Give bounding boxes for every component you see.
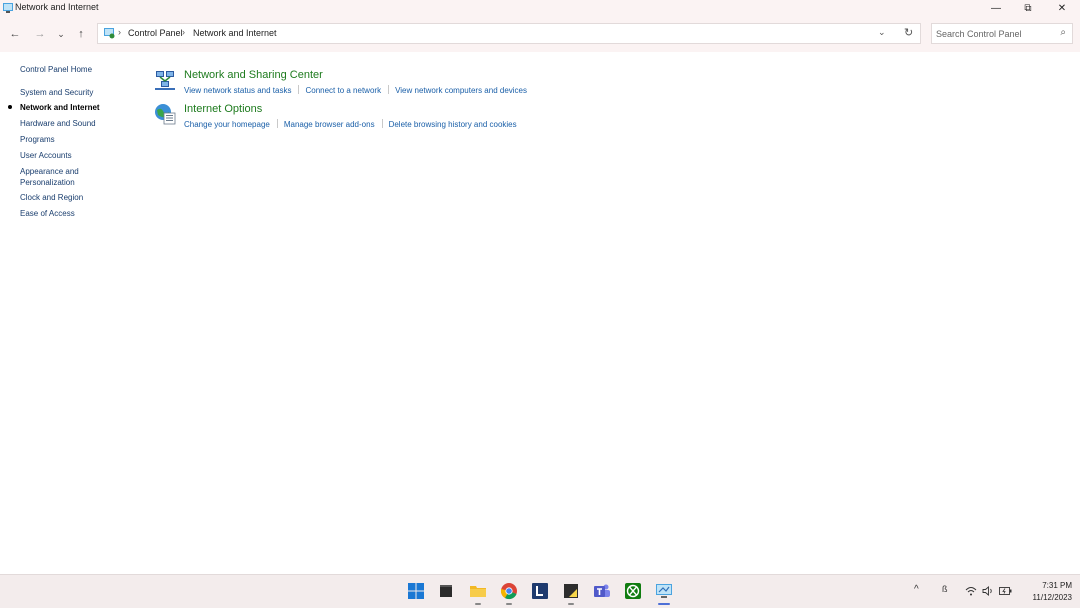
sidebar-item-ease-of-access[interactable]: Ease of Access <box>20 208 75 219</box>
sidebar-item-hardware-and-sound[interactable]: Hardware and Sound <box>20 118 96 129</box>
chrome-icon[interactable] <box>500 582 518 600</box>
manage-addons-link[interactable]: Manage browser add-ons <box>284 120 375 129</box>
view-network-status-link[interactable]: View network status and tasks <box>184 86 291 95</box>
network-sharing-icon[interactable] <box>154 69 176 91</box>
sidebar-item-clock-and-region[interactable]: Clock and Region <box>20 192 83 203</box>
sidebar-item-appearance[interactable]: Appearance and <box>20 166 79 177</box>
window-title: Network and Internet <box>15 2 99 12</box>
delete-history-link[interactable]: Delete browsing history and cookies <box>389 120 517 129</box>
navigation-bar: ← → ⌄ ↑ › Control Panel › Network and In… <box>0 16 1080 52</box>
internet-options-icon[interactable] <box>154 103 176 125</box>
sidebar-item-programs[interactable]: Programs <box>20 134 55 145</box>
link-divider <box>276 119 278 128</box>
view-network-computers-link[interactable]: View network computers and devices <box>395 86 527 95</box>
sidebar-item-network-and-internet: Network and Internet <box>20 103 100 112</box>
sidebar-item-personalization[interactable]: Personalization <box>20 177 75 188</box>
search-input[interactable] <box>936 27 1046 40</box>
recent-locations-button[interactable]: ⌄ <box>52 25 70 43</box>
breadcrumb-control-panel[interactable]: Control Panel <box>128 28 183 38</box>
sidebar-item-user-accounts[interactable]: User Accounts <box>20 150 72 161</box>
back-button[interactable]: ← <box>6 25 24 43</box>
l-app-icon[interactable] <box>531 582 549 600</box>
internet-options-tasks: Change your homepage Manage browser add-o… <box>184 119 517 129</box>
running-indicator <box>475 603 481 605</box>
address-bar[interactable]: › Control Panel › Network and Internet ⌄… <box>97 23 921 44</box>
current-item-bullet <box>8 105 12 109</box>
xbox-icon[interactable] <box>624 582 642 600</box>
breadcrumb-separator[interactable]: › <box>118 27 121 37</box>
network-sharing-center-link[interactable]: Network and Sharing Center <box>184 69 323 81</box>
teams-icon[interactable] <box>593 582 611 600</box>
sidebar-item-control-panel-home[interactable]: Control Panel Home <box>20 64 92 75</box>
input-language-indicator[interactable]: ß <box>942 584 948 594</box>
internet-options-link[interactable]: Internet Options <box>184 103 262 115</box>
control-panel-icon <box>104 28 115 39</box>
address-dropdown-icon[interactable]: ⌄ <box>878 27 886 38</box>
file-explorer-icon[interactable] <box>469 582 487 600</box>
volume-icon[interactable] <box>982 586 994 596</box>
maximize-button[interactable]: ⧉ <box>1011 0 1045 16</box>
running-indicator <box>506 603 512 605</box>
system-clock[interactable]: 7:31 PM 11/12/2023 <box>1014 580 1072 604</box>
connect-to-network-link[interactable]: Connect to a network <box>305 86 381 95</box>
sidebar-item-system-and-security[interactable]: System and Security <box>20 87 93 98</box>
active-indicator <box>658 603 670 605</box>
show-hidden-icons-chevron-icon[interactable]: ^ <box>914 584 919 595</box>
link-divider <box>298 85 300 94</box>
terminal-icon[interactable] <box>437 582 455 600</box>
start-icon[interactable] <box>407 582 425 600</box>
search-box[interactable]: ⌕ <box>931 23 1073 44</box>
breadcrumb-separator[interactable]: › <box>182 27 185 37</box>
breadcrumb-network-and-internet[interactable]: Network and Internet <box>193 28 277 38</box>
running-indicator <box>568 603 574 605</box>
link-divider <box>381 119 383 128</box>
clock-time: 7:31 PM <box>1042 581 1072 590</box>
refresh-icon[interactable]: ↻ <box>904 26 913 39</box>
minimize-button[interactable]: — <box>979 0 1013 16</box>
forward-button[interactable]: → <box>31 25 49 43</box>
battery-icon[interactable] <box>999 586 1012 596</box>
up-button[interactable]: ↑ <box>72 25 90 43</box>
sticky-notes-icon[interactable] <box>562 582 580 600</box>
clock-date: 11/12/2023 <box>1032 593 1072 602</box>
control-panel-icon[interactable] <box>655 582 673 600</box>
title-bar: Network and Internet — ⧉ ✕ <box>0 0 1080 16</box>
change-homepage-link[interactable]: Change your homepage <box>184 120 270 129</box>
control-panel-app-icon <box>3 3 13 13</box>
wifi-icon[interactable] <box>965 586 977 596</box>
link-divider <box>388 85 390 94</box>
search-icon[interactable]: ⌕ <box>1060 27 1066 38</box>
network-sharing-tasks: View network status and tasks Connect to … <box>184 85 527 95</box>
taskbar: ^ ß 7:31 PM 11/12/2023 <box>0 574 1080 608</box>
close-button[interactable]: ✕ <box>1045 0 1079 16</box>
